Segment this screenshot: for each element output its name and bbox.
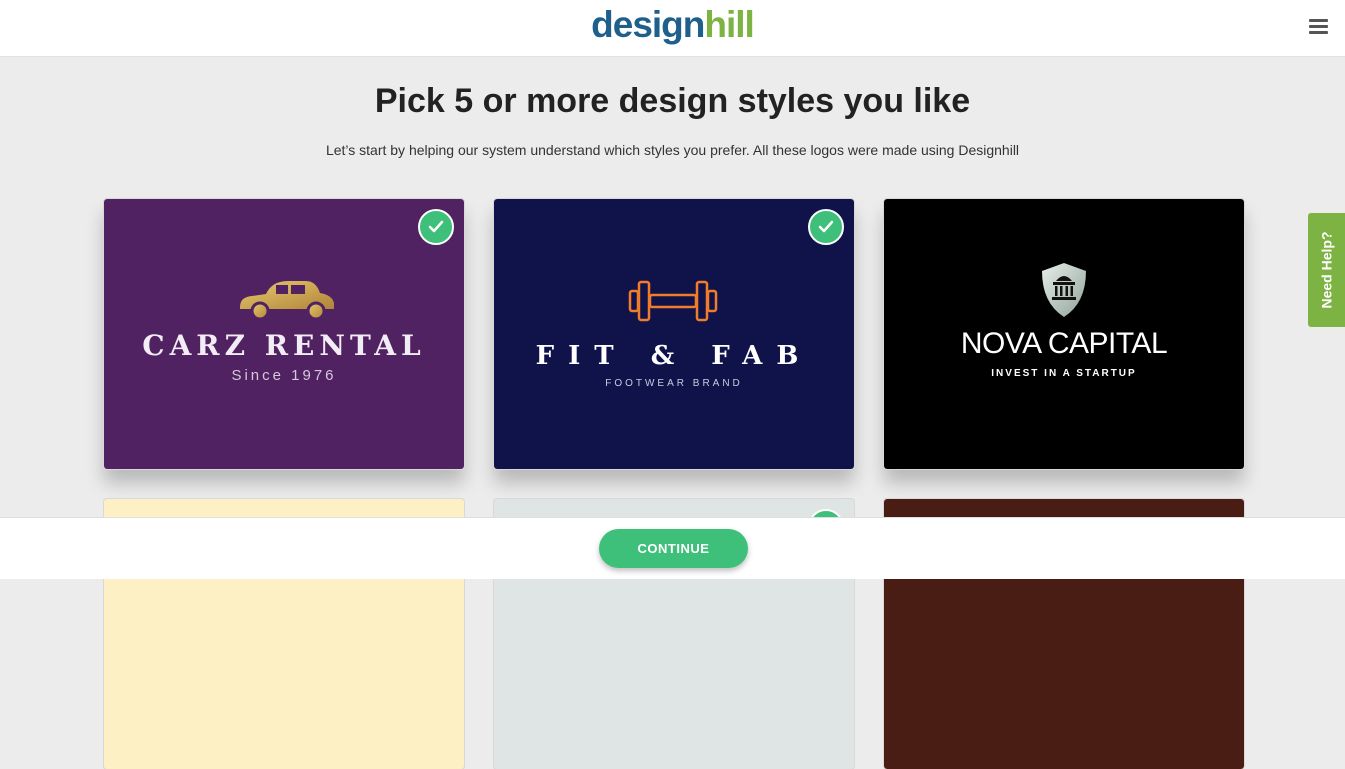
hamburger-menu-icon[interactable] xyxy=(1309,19,1328,35)
card-logo-tagline: FOOTWEAR BRAND xyxy=(605,378,743,389)
logo-text-design: design xyxy=(591,4,705,45)
logo-style-card-carz-rental[interactable]: CARZ RENTAL Since 1976 xyxy=(103,198,465,470)
shield-building-icon xyxy=(1042,263,1086,317)
car-icon xyxy=(240,281,334,321)
card-logo-title: FIT & FAB xyxy=(535,341,813,371)
logo-style-card-fit-and-fab[interactable]: FIT & FAB FOOTWEAR BRAND xyxy=(493,198,855,470)
card-logo-tagline: INVEST IN A STARTUP xyxy=(991,368,1137,379)
selected-check-icon xyxy=(418,209,454,245)
selected-check-icon xyxy=(808,209,844,245)
card-logo-title: NOVA CAPITAL xyxy=(960,327,1168,360)
card-logo-tagline: Since 1976 xyxy=(231,367,337,384)
logo-text-hill: hill xyxy=(704,4,754,45)
card-logo-title: CARZ RENTAL xyxy=(142,329,426,362)
page-subtitle: Let’s start by helping our system unders… xyxy=(325,142,1020,158)
need-help-label: Need Help? xyxy=(1318,231,1335,309)
top-navigation-bar: designhill xyxy=(0,0,1345,57)
page-title: Pick 5 or more design styles you like xyxy=(374,82,971,120)
designhill-logo[interactable]: designhill xyxy=(0,3,1345,47)
continue-button[interactable]: CONTINUE xyxy=(599,529,748,568)
need-help-tab[interactable]: Need Help? xyxy=(1308,213,1345,327)
logo-style-card-nova-capital[interactable]: NOVA CAPITAL INVEST IN A STARTUP xyxy=(883,198,1245,470)
dumbbell-icon xyxy=(628,280,718,322)
